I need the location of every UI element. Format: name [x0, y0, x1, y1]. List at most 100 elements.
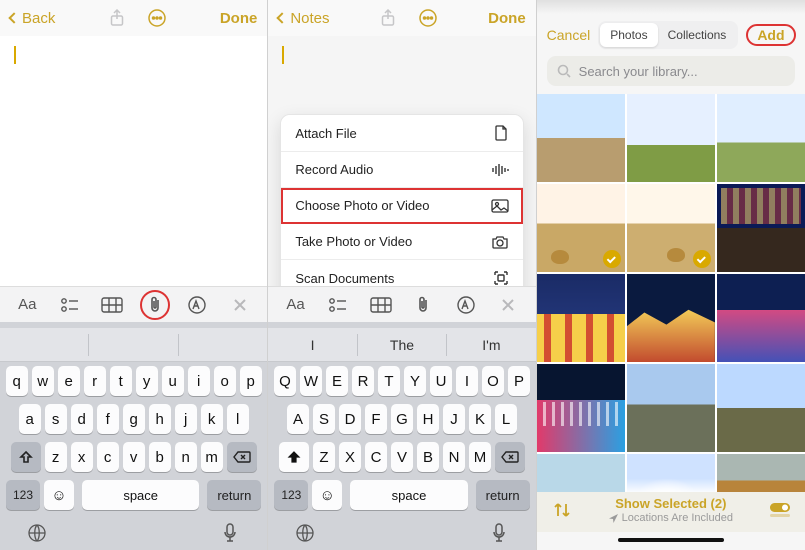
- emoji-key[interactable]: ☺: [312, 480, 342, 510]
- key-j[interactable]: j: [175, 404, 197, 434]
- key-c[interactable]: C: [365, 442, 387, 472]
- key-i[interactable]: i: [188, 366, 210, 396]
- menu-take-photo-video[interactable]: Take Photo or Video: [281, 224, 522, 260]
- dictation-key[interactable]: [486, 520, 512, 546]
- key-w[interactable]: w: [32, 366, 54, 396]
- key-s[interactable]: S: [313, 404, 335, 434]
- key-q[interactable]: q: [6, 366, 28, 396]
- key-h[interactable]: H: [417, 404, 439, 434]
- share-icon[interactable]: [109, 9, 125, 27]
- key-o[interactable]: o: [214, 366, 236, 396]
- suggestion[interactable]: I: [268, 337, 356, 353]
- key-f[interactable]: f: [97, 404, 119, 434]
- show-selected-button[interactable]: Show Selected (2): [573, 496, 769, 511]
- key-c[interactable]: c: [97, 442, 119, 472]
- key-d[interactable]: D: [339, 404, 361, 434]
- done-button[interactable]: Done: [488, 10, 526, 27]
- attachment-button[interactable]: [408, 292, 438, 318]
- globe-key[interactable]: [292, 520, 318, 546]
- key-y[interactable]: Y: [404, 366, 426, 396]
- key-t[interactable]: t: [110, 366, 132, 396]
- emoji-key[interactable]: ☺: [44, 480, 74, 510]
- note-content[interactable]: [0, 36, 267, 286]
- cancel-button[interactable]: Cancel: [547, 27, 591, 43]
- globe-key[interactable]: [24, 520, 50, 546]
- suggestion[interactable]: [89, 344, 177, 345]
- key-i[interactable]: I: [456, 366, 478, 396]
- space-key[interactable]: space: [350, 480, 467, 510]
- photo-thumbnail[interactable]: [537, 454, 625, 492]
- key-w[interactable]: W: [300, 366, 322, 396]
- key-q[interactable]: Q: [274, 366, 296, 396]
- shift-key[interactable]: [11, 442, 41, 472]
- suggestion[interactable]: I'm: [447, 337, 535, 353]
- photo-thumbnail[interactable]: [537, 274, 625, 362]
- return-key[interactable]: return: [476, 480, 530, 510]
- table-button[interactable]: [97, 292, 127, 318]
- back-button[interactable]: Notes: [278, 10, 329, 27]
- shift-key[interactable]: [279, 442, 309, 472]
- photo-thumbnail[interactable]: [627, 184, 715, 272]
- space-key[interactable]: space: [82, 480, 199, 510]
- photo-thumbnail[interactable]: [717, 184, 805, 272]
- photo-thumbnail[interactable]: [627, 274, 715, 362]
- home-indicator[interactable]: [618, 538, 724, 542]
- key-k[interactable]: K: [469, 404, 491, 434]
- suggestion[interactable]: [179, 344, 267, 345]
- menu-record-audio[interactable]: Record Audio: [281, 152, 522, 188]
- key-f[interactable]: F: [365, 404, 387, 434]
- numbers-key[interactable]: 123: [6, 480, 40, 510]
- dictation-key[interactable]: [217, 520, 243, 546]
- key-l[interactable]: l: [227, 404, 249, 434]
- suggestion[interactable]: [0, 344, 88, 345]
- photo-thumbnail[interactable]: [717, 364, 805, 452]
- key-l[interactable]: L: [495, 404, 517, 434]
- text-style-button[interactable]: Aa: [281, 292, 311, 318]
- key-s[interactable]: s: [45, 404, 67, 434]
- key-y[interactable]: y: [136, 366, 158, 396]
- photo-thumbnail[interactable]: [717, 454, 805, 492]
- numbers-key[interactable]: 123: [274, 480, 308, 510]
- photo-thumbnail[interactable]: [537, 364, 625, 452]
- more-icon[interactable]: [418, 8, 438, 28]
- key-n[interactable]: N: [443, 442, 465, 472]
- options-button[interactable]: [769, 499, 791, 521]
- key-n[interactable]: n: [175, 442, 197, 472]
- tab-collections[interactable]: Collections: [658, 23, 737, 47]
- key-d[interactable]: d: [71, 404, 93, 434]
- share-icon[interactable]: [380, 9, 396, 27]
- key-h[interactable]: h: [149, 404, 171, 434]
- sort-button[interactable]: [551, 499, 573, 521]
- add-button[interactable]: Add: [746, 24, 795, 46]
- checklist-button[interactable]: [55, 292, 85, 318]
- backspace-key[interactable]: [227, 442, 257, 472]
- key-u[interactable]: u: [162, 366, 184, 396]
- markup-button[interactable]: [451, 292, 481, 318]
- key-p[interactable]: P: [508, 366, 530, 396]
- key-j[interactable]: J: [443, 404, 465, 434]
- key-p[interactable]: p: [240, 366, 262, 396]
- key-t[interactable]: T: [378, 366, 400, 396]
- key-z[interactable]: Z: [313, 442, 335, 472]
- return-key[interactable]: return: [207, 480, 261, 510]
- tab-photos[interactable]: Photos: [600, 23, 657, 47]
- key-v[interactable]: V: [391, 442, 413, 472]
- attachment-button[interactable]: [140, 290, 170, 320]
- key-g[interactable]: g: [123, 404, 145, 434]
- markup-button[interactable]: [182, 292, 212, 318]
- key-k[interactable]: k: [201, 404, 223, 434]
- table-button[interactable]: [366, 292, 396, 318]
- key-z[interactable]: z: [45, 442, 67, 472]
- key-v[interactable]: v: [123, 442, 145, 472]
- photo-thumbnail[interactable]: [537, 184, 625, 272]
- key-r[interactable]: R: [352, 366, 374, 396]
- key-b[interactable]: b: [149, 442, 171, 472]
- key-u[interactable]: U: [430, 366, 452, 396]
- search-input[interactable]: Search your library...: [547, 56, 795, 86]
- key-e[interactable]: e: [58, 366, 80, 396]
- close-toolbar-button[interactable]: [225, 292, 255, 318]
- photo-thumbnail[interactable]: [717, 274, 805, 362]
- close-toolbar-button[interactable]: [493, 292, 523, 318]
- photo-thumbnail[interactable]: [537, 94, 625, 182]
- photo-thumbnail[interactable]: [627, 94, 715, 182]
